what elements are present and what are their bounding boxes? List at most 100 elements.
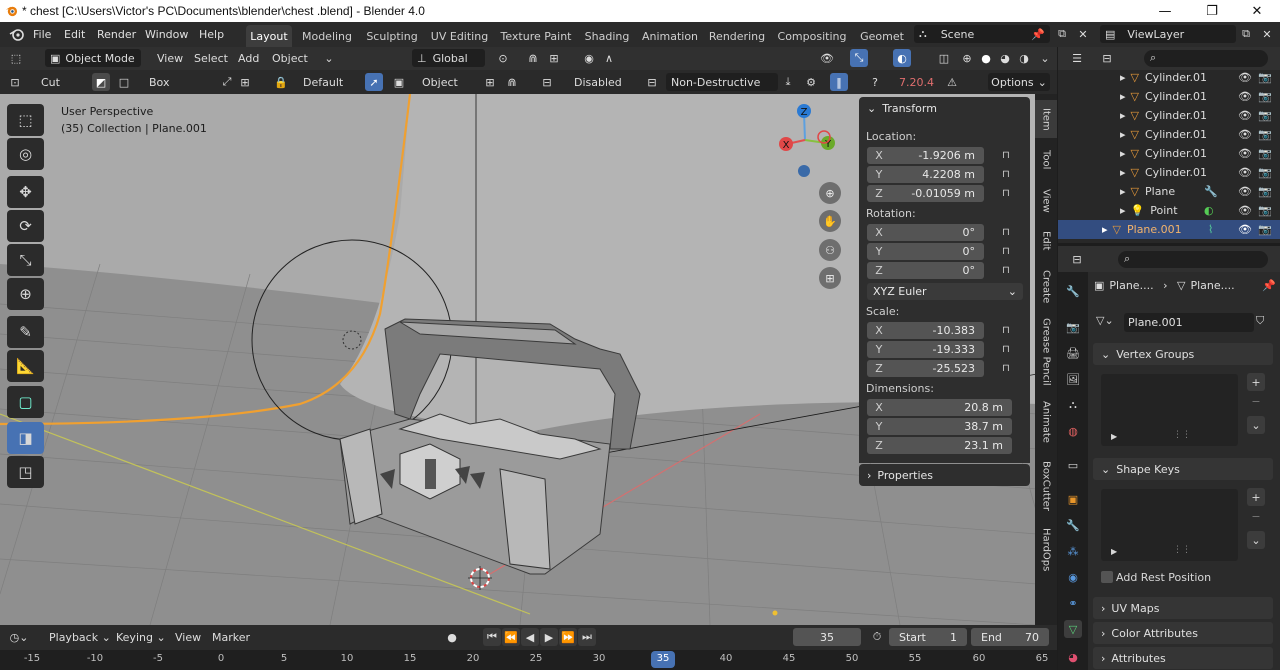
view-layer-tab-icon[interactable]: 🖼 bbox=[1064, 370, 1082, 388]
sidebar-tab-grease-pencil[interactable]: Grease Pencil bbox=[1035, 316, 1057, 388]
select-box-tool[interactable]: ⬚ bbox=[7, 104, 44, 136]
outliner-row-selected[interactable]: ▸ ▽ Plane.001 ⌇ 👁 📷 bbox=[1058, 220, 1280, 239]
target-object-label[interactable]: Object bbox=[422, 76, 458, 89]
menu-marker[interactable]: Marker bbox=[212, 631, 250, 644]
workspace-tab-shading[interactable]: Shading bbox=[582, 25, 632, 47]
falloff-icon[interactable]: ∧ bbox=[600, 49, 618, 67]
eye-icon[interactable]: 👁 bbox=[1238, 71, 1252, 84]
settings-shape-icon[interactable]: ⊞ bbox=[236, 73, 254, 91]
shape-box-label[interactable]: Box bbox=[149, 76, 169, 89]
transform-orientation-dropdown[interactable]: ⊥ Global bbox=[412, 49, 485, 67]
shape-dropdown-icon[interactable]: ⤢ bbox=[218, 73, 236, 91]
editor-type-icon[interactable]: ⬚ bbox=[7, 49, 25, 67]
header-extra-icon[interactable]: ⌄ bbox=[320, 49, 338, 67]
sidebar-tab-tool[interactable]: Tool bbox=[1035, 144, 1057, 176]
layer-default-label[interactable]: Default bbox=[303, 76, 343, 89]
material-tab-icon[interactable]: ◕ bbox=[1064, 648, 1082, 666]
menu-view[interactable]: View bbox=[157, 52, 183, 65]
outliner-row[interactable]: ▸ 💡 Point ◐ 👁 📷 bbox=[1058, 201, 1280, 220]
camera-icon[interactable]: 📷 bbox=[1258, 223, 1272, 236]
collection-tab-icon[interactable]: ▭ bbox=[1064, 456, 1082, 474]
attributes-header[interactable]: › Attributes bbox=[1093, 647, 1273, 669]
rotation-y-field[interactable]: Y 0° bbox=[867, 243, 984, 260]
rendered-shading-icon[interactable]: ◑ bbox=[1015, 49, 1033, 67]
rotation-mode-dropdown[interactable]: XYZ Euler ⌄ bbox=[867, 283, 1023, 300]
record-icon[interactable]: ● bbox=[443, 628, 461, 646]
blender-menu-icon[interactable] bbox=[9, 27, 24, 42]
jump-end-icon[interactable]: ⏭ bbox=[578, 628, 596, 646]
add-shape-key-button[interactable]: + bbox=[1247, 488, 1265, 506]
menu-file[interactable]: File bbox=[27, 28, 57, 41]
sidebar-tab-boxcutter[interactable]: BoxCutter bbox=[1035, 456, 1057, 516]
workspace-tab-rendering[interactable]: Rendering bbox=[707, 25, 767, 47]
camera-icon[interactable]: 📷 bbox=[1258, 147, 1272, 160]
timeline-editor-icon[interactable]: ◷⌄ bbox=[10, 628, 29, 646]
apply-icon[interactable]: ⤓ bbox=[779, 73, 797, 91]
expand-arrow-icon[interactable]: ▸ bbox=[1120, 128, 1126, 141]
proportional-edit-icon[interactable]: ◉ bbox=[580, 49, 598, 67]
eye-icon[interactable]: 👁 bbox=[1238, 166, 1252, 179]
transform-tool[interactable]: ⊕ bbox=[7, 278, 44, 310]
scale-y-field[interactable]: Y -19.333 bbox=[867, 341, 984, 358]
sidebar-tab-edit[interactable]: Edit bbox=[1035, 226, 1057, 256]
expand-arrow-icon[interactable]: ▸ bbox=[1120, 166, 1126, 179]
light-data-icon[interactable]: ◐ bbox=[1204, 204, 1214, 217]
sidebar-tab-animate[interactable]: Animate bbox=[1035, 396, 1057, 448]
rotation-x-field[interactable]: X 0° bbox=[867, 224, 984, 241]
menu-window[interactable]: Window bbox=[139, 28, 194, 41]
eye-icon[interactable]: 👁 bbox=[1238, 128, 1252, 141]
modifier-tab-icon[interactable]: 🔧 bbox=[1064, 516, 1082, 534]
shape-keys-header[interactable]: ⌄ Shape Keys bbox=[1093, 458, 1273, 480]
constraints-tab-icon[interactable]: ⚭ bbox=[1064, 594, 1082, 612]
measure-tool[interactable]: 📐 bbox=[7, 350, 44, 382]
sidebar-tab-item[interactable]: Item bbox=[1035, 100, 1057, 138]
camera-icon[interactable]: 📷 bbox=[1258, 109, 1272, 122]
add-cube-tool[interactable]: ▢ bbox=[7, 386, 44, 418]
view-layer-selector[interactable]: ▤ ViewLayer bbox=[1100, 25, 1236, 43]
expand-arrow-icon[interactable]: ▸ bbox=[1120, 109, 1126, 122]
outliner-editor-icon[interactable]: ☰ bbox=[1068, 49, 1086, 67]
lock-rotation-x-icon[interactable]: ⊓ bbox=[1002, 227, 1016, 240]
help-icon[interactable]: ? bbox=[866, 73, 884, 91]
add-rest-position-checkbox[interactable] bbox=[1101, 571, 1113, 583]
add-vertex-group-button[interactable]: + bbox=[1247, 373, 1265, 391]
xray-toggle-icon[interactable]: ◫ bbox=[935, 49, 953, 67]
scene-tab-icon[interactable]: ⛬ bbox=[1064, 396, 1082, 414]
properties-panel-header[interactable]: › Properties bbox=[859, 464, 1030, 486]
menu-view-timeline[interactable]: View bbox=[175, 631, 201, 644]
sidebar-tab-hardops[interactable]: HardOps bbox=[1035, 524, 1057, 576]
boolean-mode-icon[interactable]: ◩ bbox=[92, 73, 110, 91]
rotation-z-field[interactable]: Z 0° bbox=[867, 262, 984, 279]
scale-tool[interactable]: ⤡ bbox=[7, 244, 44, 276]
grid-snap-icon[interactable]: ⊞ bbox=[481, 73, 499, 91]
modifier-icon[interactable]: ⌇ bbox=[1208, 223, 1213, 236]
expand-arrow-icon[interactable]: ▸ bbox=[1102, 223, 1108, 236]
solid-shading-icon[interactable]: ● bbox=[977, 49, 995, 67]
expand-arrow-icon[interactable]: ▸ bbox=[1120, 185, 1126, 198]
options-dropdown[interactable]: Options ⌄ bbox=[988, 73, 1050, 91]
object-mode-dropdown[interactable]: ▣ Object Mode bbox=[45, 49, 141, 67]
lock-location-z-icon[interactable]: ⊓ bbox=[1002, 188, 1016, 201]
vertex-groups-list[interactable]: ▶ ⋮⋮ bbox=[1101, 374, 1238, 446]
uv-maps-header[interactable]: › UV Maps bbox=[1093, 597, 1273, 619]
move-tool[interactable]: ✥ bbox=[7, 176, 44, 208]
outliner-row[interactable]: ▸ ▽ Cylinder.01 👁 📷 bbox=[1058, 125, 1280, 144]
camera-icon[interactable]: 📷 bbox=[1258, 90, 1272, 103]
vertex-group-menu-icon[interactable]: ⌄ bbox=[1247, 416, 1265, 434]
expand-arrow-icon[interactable]: ▸ bbox=[1120, 147, 1126, 160]
snap-target-icon[interactable]: ⊞ bbox=[545, 49, 563, 67]
close-button[interactable]: ✕ bbox=[1234, 0, 1280, 22]
fake-user-shield-icon[interactable]: ⛉ bbox=[1256, 314, 1264, 328]
menu-select[interactable]: Select bbox=[194, 52, 228, 65]
annotate-tool[interactable]: ✎ bbox=[7, 316, 44, 348]
tool-properties-tab-icon[interactable]: 🔧 bbox=[1064, 282, 1082, 300]
dimensions-x-field[interactable]: X 20.8 m bbox=[867, 399, 1012, 416]
camera-icon[interactable]: 📷 bbox=[1258, 128, 1272, 141]
outliner-row[interactable]: ▸ ▽ Cylinder.01 👁 📷 bbox=[1058, 68, 1280, 87]
eye-icon[interactable]: 👁 bbox=[1238, 223, 1252, 236]
properties-search-input[interactable]: ⌕ bbox=[1118, 251, 1268, 268]
scale-x-field[interactable]: X -10.383 bbox=[867, 322, 984, 339]
warning-icon[interactable]: ⚠ bbox=[943, 73, 961, 91]
lock-scale-y-icon[interactable]: ⊓ bbox=[1002, 344, 1016, 357]
gizmo-toggle-icon[interactable]: ⤡ bbox=[850, 49, 868, 67]
